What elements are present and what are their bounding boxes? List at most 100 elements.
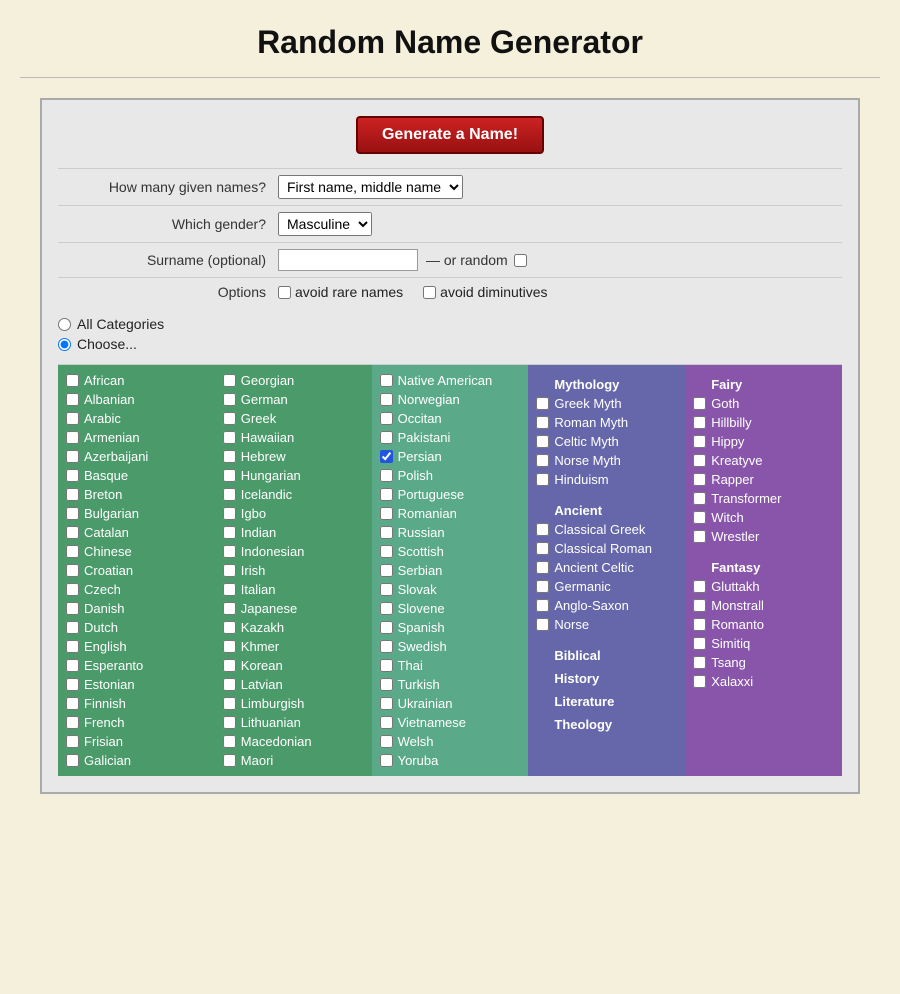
ancient-celtic-checkbox[interactable] bbox=[536, 561, 549, 574]
greek-myth-checkbox[interactable] bbox=[536, 397, 549, 410]
italian-checkbox[interactable] bbox=[223, 583, 236, 596]
latvian-checkbox[interactable] bbox=[223, 678, 236, 691]
avoid-rare-label[interactable]: avoid rare names bbox=[278, 284, 403, 300]
spanish-checkbox[interactable] bbox=[380, 621, 393, 634]
frisian-checkbox[interactable] bbox=[66, 735, 79, 748]
romanto-checkbox[interactable] bbox=[693, 618, 706, 631]
vietnamese-checkbox[interactable] bbox=[380, 716, 393, 729]
germanic-checkbox[interactable] bbox=[536, 580, 549, 593]
celtic-myth-checkbox[interactable] bbox=[536, 435, 549, 448]
romanian-checkbox[interactable] bbox=[380, 507, 393, 520]
goth-checkbox[interactable] bbox=[693, 397, 706, 410]
greek-checkbox[interactable] bbox=[223, 412, 236, 425]
avoid-rare-checkbox[interactable] bbox=[278, 286, 291, 299]
generate-button[interactable]: Generate a Name! bbox=[356, 116, 544, 154]
danish-checkbox[interactable] bbox=[66, 602, 79, 615]
roman-myth-checkbox[interactable] bbox=[536, 416, 549, 429]
native-american-checkbox[interactable] bbox=[380, 374, 393, 387]
transformer-checkbox[interactable] bbox=[693, 492, 706, 505]
igbo-checkbox[interactable] bbox=[223, 507, 236, 520]
classical-greek-checkbox[interactable] bbox=[536, 523, 549, 536]
occitan-checkbox[interactable] bbox=[380, 412, 393, 425]
english-checkbox[interactable] bbox=[66, 640, 79, 653]
gluttakh-checkbox[interactable] bbox=[693, 580, 706, 593]
czech-checkbox[interactable] bbox=[66, 583, 79, 596]
surname-input[interactable] bbox=[278, 249, 418, 271]
random-surname-checkbox[interactable] bbox=[514, 254, 527, 267]
ukrainian-checkbox[interactable] bbox=[380, 697, 393, 710]
esperanto-checkbox[interactable] bbox=[66, 659, 79, 672]
choose-radio[interactable] bbox=[58, 338, 71, 351]
indonesian-checkbox[interactable] bbox=[223, 545, 236, 558]
wrestler-checkbox[interactable] bbox=[693, 530, 706, 543]
all-categories-radio[interactable] bbox=[58, 318, 71, 331]
serbian-checkbox[interactable] bbox=[380, 564, 393, 577]
thai-checkbox[interactable] bbox=[380, 659, 393, 672]
bulgarian-checkbox[interactable] bbox=[66, 507, 79, 520]
polish-checkbox[interactable] bbox=[380, 469, 393, 482]
galician-checkbox[interactable] bbox=[66, 754, 79, 767]
monstrall-checkbox[interactable] bbox=[693, 599, 706, 612]
azerbaijani-checkbox[interactable] bbox=[66, 450, 79, 463]
hungarian-checkbox[interactable] bbox=[223, 469, 236, 482]
given-names-select[interactable]: First name only First name, middle name … bbox=[278, 175, 463, 199]
kazakh-checkbox[interactable] bbox=[223, 621, 236, 634]
hebrew-checkbox[interactable] bbox=[223, 450, 236, 463]
limburgish-checkbox[interactable] bbox=[223, 697, 236, 710]
estonian-checkbox[interactable] bbox=[66, 678, 79, 691]
korean-checkbox[interactable] bbox=[223, 659, 236, 672]
finnish-checkbox[interactable] bbox=[66, 697, 79, 710]
breton-checkbox[interactable] bbox=[66, 488, 79, 501]
african-checkbox[interactable] bbox=[66, 374, 79, 387]
norwegian-checkbox[interactable] bbox=[380, 393, 393, 406]
kreatyve-checkbox[interactable] bbox=[693, 454, 706, 467]
rapper-checkbox[interactable] bbox=[693, 473, 706, 486]
russian-checkbox[interactable] bbox=[380, 526, 393, 539]
simitiq-checkbox[interactable] bbox=[693, 637, 706, 650]
pakistani-checkbox[interactable] bbox=[380, 431, 393, 444]
slovene-checkbox[interactable] bbox=[380, 602, 393, 615]
xalaxxi-checkbox[interactable] bbox=[693, 675, 706, 688]
icelandic-checkbox[interactable] bbox=[223, 488, 236, 501]
slovak-checkbox[interactable] bbox=[380, 583, 393, 596]
irish-checkbox[interactable] bbox=[223, 564, 236, 577]
anglo-saxon-checkbox[interactable] bbox=[536, 599, 549, 612]
avoid-diminutives-label[interactable]: avoid diminutives bbox=[423, 284, 547, 300]
scottish-checkbox[interactable] bbox=[380, 545, 393, 558]
french-checkbox[interactable] bbox=[66, 716, 79, 729]
chinese-checkbox[interactable] bbox=[66, 545, 79, 558]
german-checkbox[interactable] bbox=[223, 393, 236, 406]
hippy-checkbox[interactable] bbox=[693, 435, 706, 448]
croatian-checkbox[interactable] bbox=[66, 564, 79, 577]
macedonian-checkbox[interactable] bbox=[223, 735, 236, 748]
hawaiian-checkbox[interactable] bbox=[223, 431, 236, 444]
hillbilly-checkbox[interactable] bbox=[693, 416, 706, 429]
norse-ancient-checkbox[interactable] bbox=[536, 618, 549, 631]
list-item: Igbo bbox=[223, 504, 364, 523]
japanese-checkbox[interactable] bbox=[223, 602, 236, 615]
classical-roman-checkbox[interactable] bbox=[536, 542, 549, 555]
maori-checkbox[interactable] bbox=[223, 754, 236, 767]
basque-checkbox[interactable] bbox=[66, 469, 79, 482]
lithuanian-checkbox[interactable] bbox=[223, 716, 236, 729]
georgian-checkbox[interactable] bbox=[223, 374, 236, 387]
yoruba-checkbox[interactable] bbox=[380, 754, 393, 767]
avoid-diminutives-checkbox[interactable] bbox=[423, 286, 436, 299]
norse-myth-checkbox[interactable] bbox=[536, 454, 549, 467]
witch-checkbox[interactable] bbox=[693, 511, 706, 524]
portuguese-checkbox[interactable] bbox=[380, 488, 393, 501]
catalan-checkbox[interactable] bbox=[66, 526, 79, 539]
dutch-checkbox[interactable] bbox=[66, 621, 79, 634]
turkish-checkbox[interactable] bbox=[380, 678, 393, 691]
tsang-checkbox[interactable] bbox=[693, 656, 706, 669]
welsh-checkbox[interactable] bbox=[380, 735, 393, 748]
arabic-checkbox[interactable] bbox=[66, 412, 79, 425]
swedish-checkbox[interactable] bbox=[380, 640, 393, 653]
albanian-checkbox[interactable] bbox=[66, 393, 79, 406]
persian-checkbox[interactable] bbox=[380, 450, 393, 463]
armenian-checkbox[interactable] bbox=[66, 431, 79, 444]
hinduism-checkbox[interactable] bbox=[536, 473, 549, 486]
khmer-checkbox[interactable] bbox=[223, 640, 236, 653]
indian-checkbox[interactable] bbox=[223, 526, 236, 539]
gender-select[interactable]: Masculine Feminine Either bbox=[278, 212, 372, 236]
